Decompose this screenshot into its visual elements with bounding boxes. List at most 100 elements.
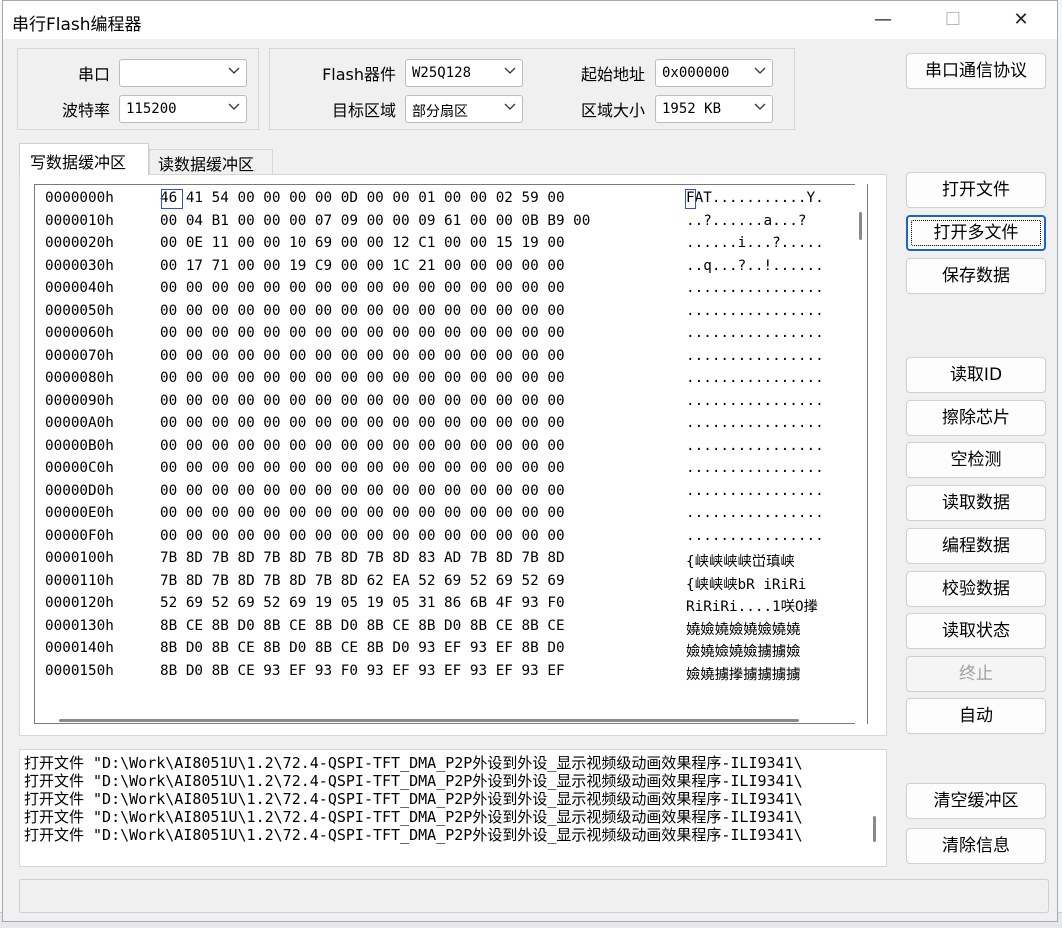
- hex-row-bytes[interactable]: 00 00 00 00 00 00 00 00 00 00 00 00 00 0…: [160, 280, 565, 296]
- read-data-button[interactable]: 读取数据: [906, 485, 1046, 521]
- hex-row-ascii[interactable]: ................: [686, 438, 850, 454]
- device-select[interactable]: W25Q128: [405, 59, 523, 87]
- hex-row-address: 0000100h: [45, 550, 114, 566]
- clear-info-button[interactable]: 清除信息: [906, 828, 1046, 864]
- hex-row-ascii[interactable]: RiRiRi....1咲O搼: [686, 595, 850, 616]
- save-data-button[interactable]: 保存数据: [906, 258, 1046, 294]
- hex-row-bytes[interactable]: 00 00 00 00 00 00 00 00 00 00 00 00 00 0…: [160, 528, 565, 544]
- baud-select[interactable]: 115200: [119, 95, 247, 123]
- baud-select-value: 115200: [126, 101, 177, 117]
- hex-row-address: 00000D0h: [45, 482, 114, 499]
- hex-row-ascii[interactable]: ................: [686, 303, 850, 319]
- clear-buffer-button[interactable]: 清空缓冲区: [906, 783, 1046, 819]
- hex-row-ascii[interactable]: ................: [686, 370, 850, 386]
- hex-row-bytes[interactable]: 00 00 00 00 00 00 00 00 00 00 00 00 00 0…: [160, 415, 565, 431]
- area-size-value: 1952 KB: [662, 101, 722, 117]
- hex-row-address: 0000060h: [45, 325, 114, 341]
- hex-row-bytes[interactable]: 8B CE 8B D0 8B CE 8B D0 8B CE 8B D0 8B C…: [160, 618, 565, 634]
- hex-row-bytes[interactable]: 8B D0 8B CE 8B D0 8B CE 8B D0 93 EF 93 E…: [160, 640, 565, 656]
- port-select[interactable]: [119, 59, 247, 87]
- hex-row-address: 0000040h: [45, 280, 114, 296]
- device-label: Flash器件: [322, 65, 396, 84]
- hex-row-bytes[interactable]: 00 0E 11 00 00 10 69 00 00 12 C1 00 00 1…: [160, 235, 565, 251]
- hex-row-bytes[interactable]: 52 69 52 69 52 69 19 05 19 05 31 86 6B 4…: [160, 595, 565, 611]
- maximize-button[interactable]: ☐: [929, 1, 977, 39]
- hex-row-ascii[interactable]: ..?......a...?: [686, 213, 850, 229]
- hex-row-ascii[interactable]: ................: [686, 415, 850, 431]
- hex-row-ascii[interactable]: ................: [686, 280, 850, 296]
- log-scroll-thumb[interactable]: [873, 816, 876, 842]
- window-title: 串行Flash编程器: [12, 15, 142, 35]
- hex-row-bytes[interactable]: 00 00 00 00 00 00 00 00 00 00 00 00 00 0…: [160, 460, 565, 476]
- hex-row-ascii[interactable]: ................: [686, 528, 850, 544]
- chevron-down-icon: [504, 65, 516, 75]
- hex-row-bytes[interactable]: 00 17 71 00 00 19 C9 00 00 1C 21 00 00 0…: [160, 258, 565, 274]
- hex-row-ascii[interactable]: ................: [686, 460, 850, 476]
- protocol-button[interactable]: 串口通信协议: [906, 53, 1046, 89]
- area-size-label: 区域大小: [580, 101, 645, 120]
- verify-data-button[interactable]: 校验数据: [906, 571, 1046, 607]
- hex-row-ascii[interactable]: ......i...?.....: [686, 235, 850, 251]
- hex-row-ascii[interactable]: ................: [686, 348, 850, 364]
- chevron-down-icon: [754, 65, 766, 75]
- auto-button[interactable]: 自动: [906, 698, 1046, 734]
- hex-row-bytes[interactable]: 00 00 00 00 00 00 00 00 00 00 00 00 00 0…: [160, 483, 565, 499]
- close-button[interactable]: ✕: [997, 1, 1045, 39]
- hex-row-bytes[interactable]: 00 00 00 00 00 00 00 00 00 00 00 00 00 0…: [160, 393, 565, 409]
- hex-row-bytes[interactable]: 7B 8D 7B 8D 7B 8D 7B 8D 62 EA 52 69 52 6…: [160, 573, 565, 589]
- hex-row-bytes[interactable]: 00 00 00 00 00 00 00 00 00 00 00 00 00 0…: [160, 303, 565, 319]
- hex-row-ascii[interactable]: {峡峡峡峡峃瑱峡: [686, 550, 850, 571]
- hex-row-ascii[interactable]: ................: [686, 483, 850, 499]
- chevron-down-icon: [504, 101, 516, 111]
- tab-read-buffer[interactable]: 读数据缓冲区: [149, 149, 273, 175]
- hex-row-ascii[interactable]: {峡峡峡bR iRiRi: [686, 573, 850, 594]
- hex-row-ascii[interactable]: 嬈嬐嬈嬐嬈嬐嬈嬈: [686, 618, 850, 639]
- hex-row-ascii[interactable]: FAT...........Y.: [686, 190, 850, 206]
- hex-row-bytes[interactable]: 00 00 00 00 00 00 00 00 00 00 00 00 00 0…: [160, 505, 565, 521]
- chevron-down-icon: [754, 101, 766, 111]
- hex-row-bytes[interactable]: 00 00 00 00 00 00 00 00 00 00 00 00 00 0…: [160, 370, 565, 386]
- message-log[interactable]: 打开文件 "D:\Work\AI8051U\1.2\72.4-QSPI-TFT_…: [19, 749, 887, 867]
- tab-write-buffer[interactable]: 写数据缓冲区: [19, 143, 149, 175]
- hex-row-bytes[interactable]: 46 41 54 00 00 00 00 0D 00 00 01 00 00 0…: [160, 190, 565, 206]
- program-data-button[interactable]: 编程数据: [906, 528, 1046, 564]
- hex-row-bytes[interactable]: 00 00 00 00 00 00 00 00 00 00 00 00 00 0…: [160, 438, 565, 454]
- vertical-scrollbar[interactable]: [855, 184, 867, 724]
- minimize-button[interactable]: —: [859, 1, 907, 39]
- hex-row-address: 0000010h: [45, 212, 114, 229]
- hex-row-address: 00000E0h: [45, 505, 114, 521]
- target-area-select[interactable]: 部分扇区: [405, 95, 523, 123]
- hex-row-address: 0000150h: [45, 662, 114, 679]
- hex-row-bytes[interactable]: 00 04 B1 00 00 00 07 09 00 00 09 61 00 0…: [160, 213, 590, 229]
- flash-programmer-window: 串行Flash编程器 — ☐ ✕ 串口 波特率 115200 Flash器件 W…: [2, 0, 1058, 922]
- hex-row-ascii[interactable]: ................: [686, 505, 850, 521]
- hex-row-address: 00000F0h: [45, 527, 114, 544]
- erase-chip-button[interactable]: 擦除芯片: [906, 400, 1046, 436]
- hex-row-ascii[interactable]: ..q...?..!......: [686, 258, 850, 274]
- hex-editor[interactable]: 0000000h 46 41 54 00 00 00 00 0D 00 00 01…: [34, 184, 868, 724]
- area-size-select[interactable]: 1952 KB: [655, 95, 773, 123]
- horizontal-scrollbar[interactable]: [59, 719, 799, 723]
- hex-row-ascii[interactable]: ................: [686, 325, 850, 341]
- hex-row-bytes[interactable]: 00 00 00 00 00 00 00 00 00 00 00 00 00 0…: [160, 348, 565, 364]
- hex-row-address: 0000140h: [45, 640, 114, 656]
- hex-row-ascii[interactable]: ................: [686, 393, 850, 409]
- vertical-scroll-thumb[interactable]: [859, 212, 862, 240]
- read-status-button[interactable]: 读取状态: [906, 613, 1046, 649]
- hex-row-bytes[interactable]: 8B D0 8B CE 93 EF 93 F0 93 EF 93 EF 93 E…: [160, 663, 565, 679]
- hex-row-address: 0000090h: [45, 392, 114, 409]
- open-file-button[interactable]: 打开文件: [906, 172, 1046, 208]
- open-multi-file-button[interactable]: 打开多文件: [906, 215, 1046, 251]
- hex-row-ascii[interactable]: 嬐嬈嬐嬈嬐擄擄嬐: [686, 640, 850, 661]
- chevron-down-icon: [228, 65, 240, 75]
- title-bar: 串行Flash编程器 — ☐ ✕: [3, 1, 1057, 39]
- device-select-value: W25Q128: [412, 65, 472, 81]
- start-address-select[interactable]: 0x000000: [655, 59, 773, 87]
- hex-row-ascii[interactable]: 嬐嬈擄搼擄擄擄擄: [686, 663, 850, 684]
- horizontal-scroll-thumb[interactable]: [59, 719, 799, 722]
- blank-check-button[interactable]: 空检测: [906, 442, 1046, 478]
- hex-row-bytes[interactable]: 7B 8D 7B 8D 7B 8D 7B 8D 7B 8D 83 AD 7B 8…: [160, 550, 565, 566]
- hex-row-bytes[interactable]: 00 00 00 00 00 00 00 00 00 00 00 00 00 0…: [160, 325, 565, 341]
- stop-button[interactable]: 终止: [906, 656, 1046, 692]
- read-id-button[interactable]: 读取ID: [906, 357, 1046, 393]
